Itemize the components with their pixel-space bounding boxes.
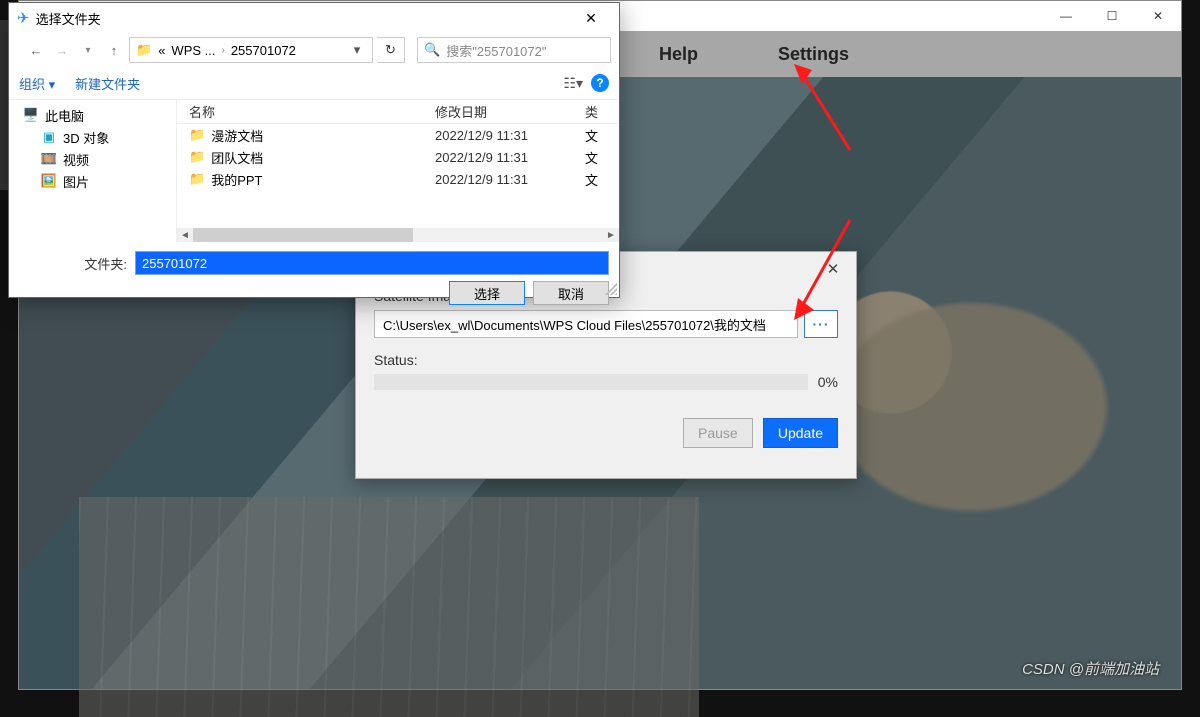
list-item[interactable]: 📁 我的PPT 2022/12/9 11:31 文 [177, 168, 619, 190]
tree-pictures[interactable]: 🖼️ 图片 [9, 170, 176, 192]
row-date: 2022/12/9 11:31 [435, 128, 585, 143]
nav-forward-icon[interactable]: → [51, 39, 73, 61]
file-rows: 📁 漫游文档 2022/12/9 11:31 文 📁 团队文档 2022/12/… [177, 124, 619, 227]
col-type[interactable]: 类 [585, 102, 619, 121]
maximize-button[interactable]: ☐ [1089, 1, 1135, 31]
tree-this-pc[interactable]: 🖥️ 此电脑 [9, 104, 176, 126]
chevron-right-icon: › [221, 45, 224, 56]
nav-up-icon[interactable]: ↑ [103, 39, 125, 61]
cancel-button[interactable]: 取消 [533, 281, 609, 305]
tree-label: 图片 [63, 172, 89, 191]
select-folder-button[interactable]: 选择 [449, 281, 525, 305]
folder-icon: 📁 [136, 42, 152, 58]
nav-back-icon[interactable]: ← [25, 39, 47, 61]
address-dropdown-icon[interactable]: ▾ [348, 42, 366, 58]
scroll-right-icon[interactable]: ► [603, 228, 619, 242]
folder-tree[interactable]: 🖥️ 此电脑 ▣ 3D 对象 🎞️ 视频 🖼️ 图片 [9, 100, 177, 243]
resize-grip-icon[interactable] [605, 283, 617, 295]
help-icon[interactable]: ? [591, 74, 609, 92]
horizontal-scrollbar[interactable]: ◄ ► [177, 227, 619, 243]
breadcrumb-seg-1[interactable]: WPS ... [171, 43, 215, 58]
scroll-thumb[interactable] [193, 228, 413, 242]
airplane-icon: ✈ [17, 9, 30, 27]
breadcrumb-seg-2[interactable]: 255701072 [231, 43, 296, 58]
list-item[interactable]: 📁 团队文档 2022/12/9 11:31 文 [177, 146, 619, 168]
view-mode-icon[interactable]: ☷▾ [563, 75, 583, 92]
image-icon: 🖼️ [41, 174, 57, 188]
tree-label: 此电脑 [45, 106, 84, 125]
folder-icon: 📁 [189, 149, 205, 165]
close-button[interactable]: ✕ [1135, 1, 1181, 31]
picker-close-button[interactable]: ✕ [571, 5, 611, 31]
tree-videos[interactable]: 🎞️ 视频 [9, 148, 176, 170]
watermark: CSDN @前端加油站 [1022, 658, 1159, 679]
tree-label: 3D 对象 [63, 128, 109, 147]
picker-nav-row: ← → ▾ ↑ 📁 « WPS ... › 255701072 ▾ ↻ 🔍 搜索… [9, 33, 619, 67]
file-list-pane: 名称 修改日期 类 📁 漫游文档 2022/12/9 11:31 文 📁 团队文… [177, 100, 619, 243]
picker-titlebar: ✈ 选择文件夹 ✕ [9, 3, 619, 33]
search-box[interactable]: 🔍 搜索"255701072" [417, 37, 611, 63]
organize-menu[interactable]: 组织 ▾ [19, 74, 55, 93]
folder-picker-dialog: ✈ 选择文件夹 ✕ ← → ▾ ↑ 📁 « WPS ... › 25570107… [8, 2, 620, 298]
menu-settings[interactable]: Settings [778, 44, 849, 65]
tree-label: 视频 [63, 150, 89, 169]
folder-name-label: 文件夹: [79, 254, 127, 273]
cube-icon: ▣ [41, 130, 57, 144]
settings-close-button[interactable]: ✕ [816, 255, 850, 283]
breadcrumb-sep: « [158, 43, 165, 58]
row-name: 团队文档 [211, 148, 435, 167]
menu-help[interactable]: Help [659, 44, 698, 65]
picker-title-text: 选择文件夹 [36, 9, 101, 28]
nav-recent-icon[interactable]: ▾ [77, 39, 99, 61]
film-icon: 🎞️ [41, 152, 57, 166]
progress-percent: 0% [818, 374, 838, 390]
row-date: 2022/12/9 11:31 [435, 150, 585, 165]
folder-icon: 📁 [189, 127, 205, 143]
minimize-button[interactable]: — [1043, 1, 1089, 31]
row-name: 我的PPT [211, 170, 435, 189]
status-label: Status: [374, 352, 838, 368]
tree-3d-objects[interactable]: ▣ 3D 对象 [9, 126, 176, 148]
browse-button[interactable]: ··· [804, 310, 838, 338]
progress-bar [374, 374, 808, 390]
row-date: 2022/12/9 11:31 [435, 172, 585, 187]
column-headers[interactable]: 名称 修改日期 类 [177, 100, 619, 124]
address-bar[interactable]: 📁 « WPS ... › 255701072 ▾ [129, 37, 373, 63]
folder-icon: 📁 [189, 171, 205, 187]
col-date[interactable]: 修改日期 [435, 102, 585, 121]
path-input[interactable] [374, 310, 798, 338]
scroll-left-icon[interactable]: ◄ [177, 228, 193, 242]
search-placeholder: 搜索"255701072" [446, 41, 546, 60]
search-icon: 🔍 [424, 42, 440, 58]
list-item[interactable]: 📁 漫游文档 2022/12/9 11:31 文 [177, 124, 619, 146]
row-type: 文 [585, 126, 619, 145]
row-name: 漫游文档 [211, 126, 435, 145]
satellite-runway-decor [79, 497, 699, 717]
row-type: 文 [585, 148, 619, 167]
monitor-icon: 🖥️ [23, 108, 39, 122]
folder-name-input[interactable] [135, 251, 609, 275]
new-folder-button[interactable]: 新建文件夹 [75, 74, 140, 93]
picker-toolbar: 组织 ▾ 新建文件夹 ☷▾ ? [9, 67, 619, 99]
col-name[interactable]: 名称 [177, 102, 435, 121]
refresh-button[interactable]: ↻ [377, 37, 405, 63]
pause-button[interactable]: Pause [683, 418, 753, 448]
row-type: 文 [585, 170, 619, 189]
update-button[interactable]: Update [763, 418, 838, 448]
